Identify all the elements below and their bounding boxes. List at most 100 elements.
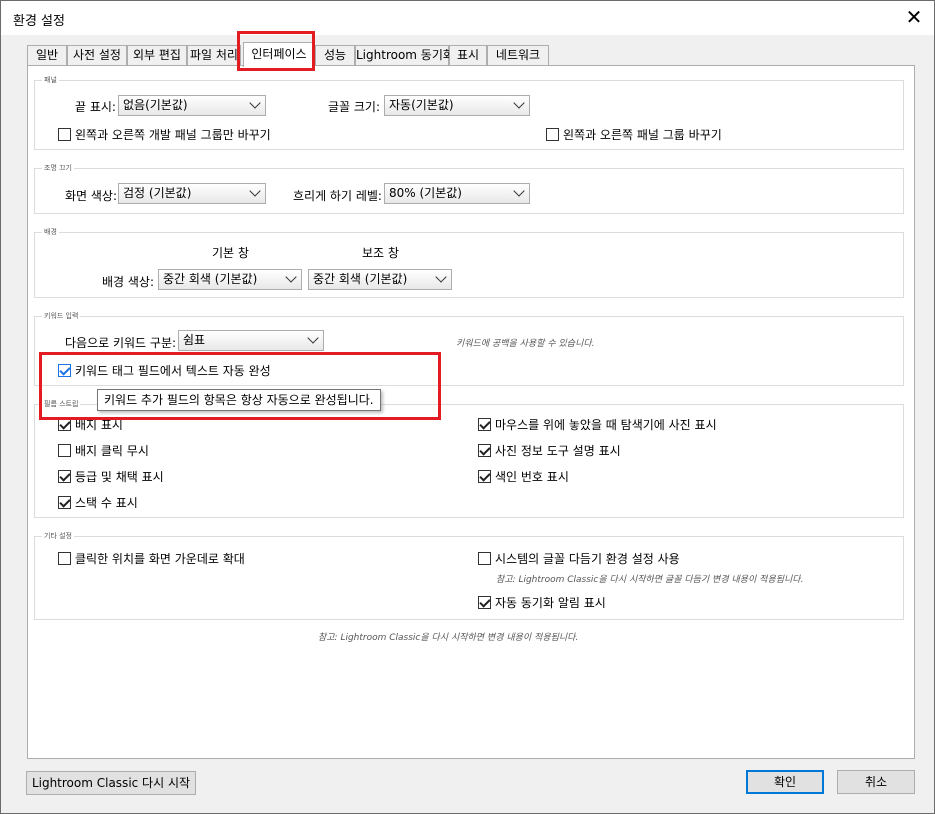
autocomplete-tooltip: 키워드 추가 필드의 항목은 항상 자동으로 완성됩니다. bbox=[97, 389, 381, 411]
checkbox-box bbox=[58, 495, 71, 509]
tab-label: 네트워크 bbox=[495, 48, 541, 62]
main-bg-color-select[interactable]: 중간 회색 (기본값) bbox=[158, 269, 302, 290]
font-size-select[interactable]: 자동(기본값) bbox=[384, 95, 530, 116]
font-size-label: 글꼴 크기: bbox=[328, 100, 381, 114]
show-index-number-checkbox[interactable]: 색인 번호 표시 bbox=[478, 468, 569, 484]
tab-label: 표시 bbox=[456, 48, 480, 62]
secondary-window-heading: 보조 창 bbox=[362, 246, 399, 260]
tab-general[interactable]: 일반 bbox=[27, 45, 67, 66]
ok-button[interactable]: 확인 bbox=[746, 770, 824, 794]
close-icon[interactable]: ✕ bbox=[902, 5, 926, 29]
zoom-clicked-point-checkbox[interactable]: 클릭한 위치를 화면 가운데로 확대 bbox=[58, 550, 245, 566]
checkbox-box bbox=[58, 417, 71, 431]
group-title: 기타 설정 bbox=[42, 531, 74, 541]
tab-label: 성능 bbox=[323, 48, 347, 62]
restart-lightroom-button[interactable]: Lightroom Classic 다시 시작 bbox=[26, 771, 196, 795]
tab-interface[interactable]: 인터페이스 bbox=[243, 42, 315, 67]
tab-lightroom-sync[interactable]: Lightroom 동기화 bbox=[355, 45, 454, 66]
tab-file-handling[interactable]: 파일 처리 bbox=[187, 45, 241, 66]
checkbox-label: 사진 정보 도구 설명 표시 bbox=[495, 443, 621, 458]
title-bar: 환경 설정 ✕ bbox=[1, 1, 934, 35]
tab-label: 사전 설정 bbox=[73, 48, 121, 62]
select-value: 검정 (기본값) bbox=[123, 186, 192, 200]
secondary-bg-color-select[interactable]: 중간 회색 (기본값) bbox=[308, 269, 452, 290]
show-ratings-checkbox[interactable]: 등급 및 채택 표시 bbox=[58, 468, 164, 484]
ignore-badge-clicks-checkbox[interactable]: 배지 클릭 무시 bbox=[58, 442, 149, 458]
show-photos-navigator-checkbox[interactable]: 마우스를 위에 놓았을 때 탐색기에 사진 표시 bbox=[478, 416, 717, 432]
checkbox-label: 스택 수 표시 bbox=[75, 495, 138, 510]
show-stack-counts-checkbox[interactable]: 스택 수 표시 bbox=[58, 494, 138, 510]
checkbox-box bbox=[478, 551, 491, 565]
select-value: 중간 회색 (기본값) bbox=[163, 272, 258, 286]
checkbox-box bbox=[58, 469, 71, 483]
group-title: 조명 끄기 bbox=[42, 163, 74, 173]
keyword-space-note: 키워드에 공백을 사용할 수 있습니다. bbox=[456, 339, 595, 349]
checkbox-label: 클릭한 위치를 화면 가운데로 확대 bbox=[75, 551, 245, 566]
select-value: 80% (기본값) bbox=[389, 186, 462, 200]
checkbox-box bbox=[58, 551, 71, 565]
checkbox-label: 마우스를 위에 놓았을 때 탐색기에 사진 표시 bbox=[495, 417, 717, 432]
restart-note: 참고: Lightroom Classic을 다시 시작하면 변경 내용이 적용… bbox=[318, 633, 579, 643]
checkbox-box bbox=[478, 469, 491, 483]
group-title: 패널 bbox=[42, 75, 59, 85]
keyword-separator-select[interactable]: 쉼표 bbox=[178, 330, 324, 351]
swap-develop-panels-checkbox[interactable]: 왼쪽과 오른쪽 개발 패널 그룹만 바꾸기 bbox=[58, 126, 271, 142]
separate-keywords-label: 다음으로 키워드 구분: bbox=[65, 336, 177, 350]
bg-color-label: 배경 색상: bbox=[102, 275, 155, 289]
select-value: 자동(기본값) bbox=[389, 98, 454, 112]
checkbox-box bbox=[58, 443, 71, 457]
checkbox-label: 등급 및 채택 표시 bbox=[75, 469, 164, 484]
group-title: 배경 bbox=[42, 227, 59, 237]
chevron-down-icon bbox=[513, 185, 525, 197]
screen-color-label: 화면 색상: bbox=[65, 189, 118, 203]
cancel-button[interactable]: 취소 bbox=[837, 770, 915, 794]
tab-performance[interactable]: 성능 bbox=[315, 45, 355, 66]
main-window-heading: 기본 창 bbox=[212, 246, 249, 260]
chevron-down-icon bbox=[307, 332, 319, 344]
chevron-down-icon bbox=[249, 185, 261, 197]
tab-label: 인터페이스 bbox=[251, 47, 307, 61]
select-value: 없음(기본값) bbox=[123, 98, 188, 112]
screen-color-select[interactable]: 검정 (기본값) bbox=[118, 183, 266, 204]
chevron-down-icon bbox=[435, 271, 447, 283]
show-badges-checkbox[interactable]: 배지 표시 bbox=[58, 416, 123, 432]
tab-label: Lightroom 동기화 bbox=[356, 48, 454, 62]
system-font-smoothing-checkbox[interactable]: 시스템의 글꼴 다듬기 환경 설정 사용 bbox=[478, 550, 680, 566]
end-marks-label: 끝 표시: bbox=[75, 100, 116, 114]
checkbox-box bbox=[58, 127, 71, 141]
group-title: 필름 스트립 bbox=[42, 399, 81, 409]
tab-external-editing[interactable]: 외부 편집 bbox=[127, 45, 187, 66]
end-marks-select[interactable]: 없음(기본값) bbox=[118, 95, 266, 116]
dim-level-label: 흐리게 하기 레벨: bbox=[293, 189, 382, 203]
checkbox-box bbox=[478, 443, 491, 457]
font-smoothing-note: 참고: Lightroom Classic을 다시 시작하면 글꼴 다듬기 변경… bbox=[496, 575, 804, 585]
autocomplete-keyword-checkbox[interactable]: 키워드 태그 필드에서 텍스트 자동 완성 bbox=[58, 362, 271, 378]
tab-network[interactable]: 네트워크 bbox=[487, 45, 549, 66]
checkbox-label: 자동 동기화 알림 표시 bbox=[495, 595, 606, 610]
checkbox-label: 배지 표시 bbox=[75, 417, 123, 432]
preferences-window: 환경 설정 ✕ 일반 사전 설정 외부 편집 파일 처리 인터페이스 성능 Li… bbox=[0, 0, 935, 814]
chevron-down-icon bbox=[513, 97, 525, 109]
checkbox-label: 왼쪽과 오른쪽 패널 그룹 바꾸기 bbox=[563, 127, 722, 142]
filmstrip-group bbox=[34, 404, 904, 518]
checkbox-label: 색인 번호 표시 bbox=[495, 469, 569, 484]
checkbox-box bbox=[478, 417, 491, 431]
select-value: 중간 회색 (기본값) bbox=[313, 272, 408, 286]
chevron-down-icon bbox=[249, 97, 261, 109]
window-title: 환경 설정 bbox=[13, 14, 65, 29]
chevron-down-icon bbox=[285, 271, 297, 283]
sync-notifications-checkbox[interactable]: 자동 동기화 알림 표시 bbox=[478, 594, 606, 610]
checkbox-label: 키워드 태그 필드에서 텍스트 자동 완성 bbox=[75, 363, 271, 378]
tab-label: 외부 편집 bbox=[133, 48, 181, 62]
swap-all-panels-checkbox[interactable]: 왼쪽과 오른쪽 패널 그룹 바꾸기 bbox=[546, 126, 722, 142]
tab-presets[interactable]: 사전 설정 bbox=[67, 45, 127, 66]
tab-display[interactable]: 표시 bbox=[449, 45, 487, 66]
tab-content-interface: 패널 끝 표시: 없음(기본값) 글꼴 크기: 자동(기본값) 왼쪽과 오른쪽 … bbox=[27, 65, 915, 759]
group-title: 키워드 입력 bbox=[42, 311, 81, 321]
dim-level-select[interactable]: 80% (기본값) bbox=[384, 183, 530, 204]
show-info-tooltips-checkbox[interactable]: 사진 정보 도구 설명 표시 bbox=[478, 442, 621, 458]
checkbox-label: 왼쪽과 오른쪽 개발 패널 그룹만 바꾸기 bbox=[75, 127, 271, 142]
checkbox-box bbox=[478, 595, 491, 609]
tab-label: 파일 처리 bbox=[190, 48, 238, 62]
checkbox-box bbox=[546, 127, 559, 141]
